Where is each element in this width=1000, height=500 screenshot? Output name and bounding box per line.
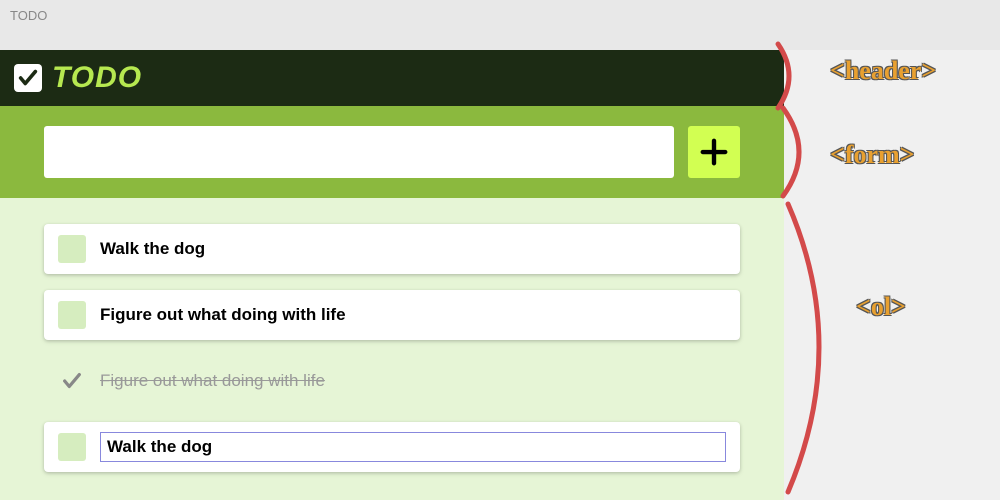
todo-item-editing[interactable] xyxy=(44,422,740,472)
add-todo-button[interactable] xyxy=(688,126,740,178)
add-todo-form xyxy=(0,106,784,198)
todo-label: Figure out what doing with life xyxy=(100,371,325,391)
todo-edit-input[interactable] xyxy=(100,432,726,462)
todo-list: Walk the dog Figure out what doing with … xyxy=(0,198,784,498)
annotation-form: <form> xyxy=(830,140,915,170)
check-icon xyxy=(17,67,39,89)
todo-checkbox[interactable] xyxy=(58,433,86,461)
check-icon xyxy=(61,370,83,392)
todo-label: Walk the dog xyxy=(100,239,205,259)
browser-tab: TODO xyxy=(0,0,1000,50)
app-header: TODO xyxy=(0,50,784,106)
new-todo-input[interactable] xyxy=(44,126,674,178)
todo-item[interactable]: Figure out what doing with life xyxy=(44,290,740,340)
ol-bracket xyxy=(780,196,870,500)
todo-checkbox[interactable] xyxy=(58,235,86,263)
todo-checkbox[interactable] xyxy=(58,301,86,329)
todo-label: Figure out what doing with life xyxy=(100,305,346,325)
todo-item-completed[interactable]: Figure out what doing with life xyxy=(44,356,740,406)
todo-item[interactable]: Walk the dog xyxy=(44,224,740,274)
annotation-ol: <ol> xyxy=(856,292,906,322)
plus-icon xyxy=(699,137,729,167)
app-title: TODO xyxy=(52,61,142,95)
annotation-header: <header> xyxy=(830,56,936,86)
browser-tab-label: TODO xyxy=(10,8,47,23)
todo-app: TODO Walk the dog Figure out what xyxy=(0,50,784,500)
logo-checkbox xyxy=(14,64,42,92)
todo-checkbox[interactable] xyxy=(58,367,86,395)
